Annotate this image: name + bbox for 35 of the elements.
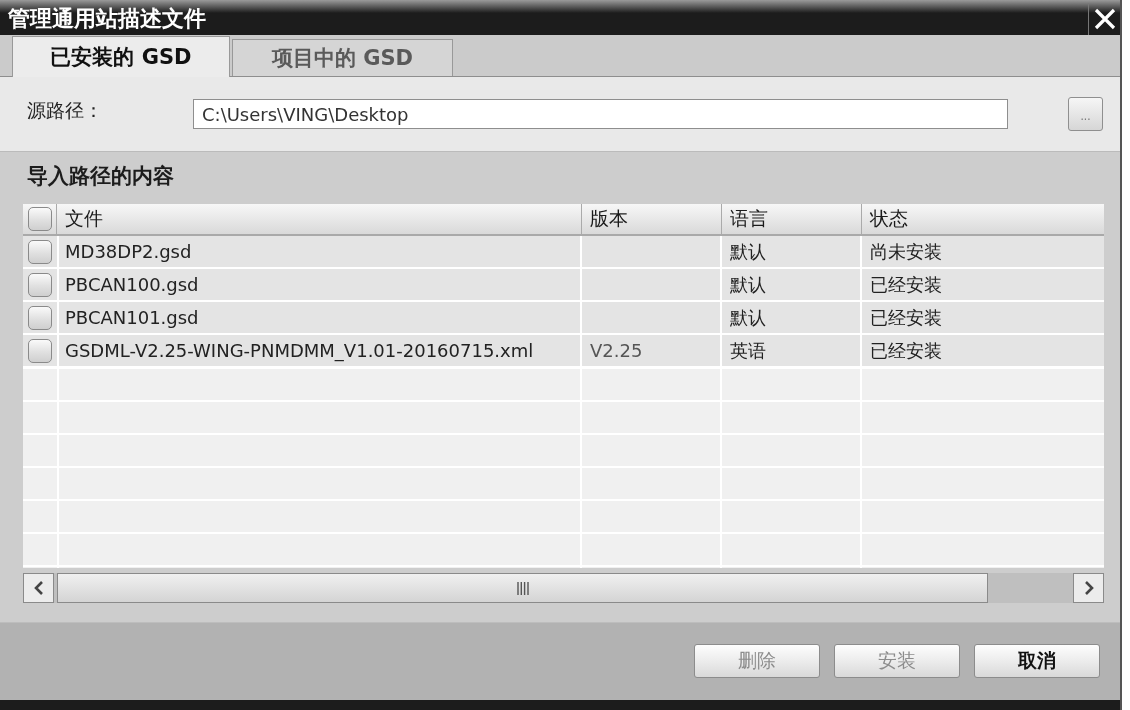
file-cell-text: PBCAN101.gsd	[64, 306, 200, 330]
section-title: 导入路径的内容	[26, 163, 175, 190]
tab[interactable]: 已安装的 GSD	[12, 36, 230, 77]
scroll-left-button[interactable]	[23, 573, 54, 603]
checkbox[interactable]	[27, 207, 52, 231]
version-cell-text: V2.25	[589, 339, 644, 363]
language-cell-text: 默认	[729, 239, 767, 264]
column-header[interactable]: 版本	[582, 204, 722, 234]
language-cell-text: 默认	[729, 305, 767, 330]
checkbox[interactable]	[28, 239, 52, 264]
chevron-right-icon	[1083, 581, 1094, 595]
close-icon	[1093, 8, 1116, 30]
file-cell-text: MD38DP2.gsd	[64, 240, 193, 264]
checkbox[interactable]	[28, 338, 52, 363]
tab[interactable]: 项目中的 GSD	[232, 39, 453, 76]
checkbox[interactable]	[28, 305, 52, 330]
source-path-field[interactable]: C:\Users\VING\Desktop	[193, 99, 1008, 129]
status-cell-text: 已经安装	[869, 305, 943, 330]
file-cell-text: PBCAN100.gsd	[64, 273, 200, 297]
window-title: 管理通用站描述文件	[7, 5, 207, 33]
file-cell-text: GSDML-V2.25-WING-PNMDMM_V1.01-20160715.xml	[64, 339, 535, 364]
status-cell-text: 已经安装	[869, 272, 943, 297]
language-cell-text: 英语	[729, 338, 767, 363]
status-cell-text: 尚未安装	[869, 239, 943, 264]
scroll-right-button[interactable]	[1073, 573, 1104, 603]
column-header[interactable]: 状态	[862, 204, 1104, 234]
checkbox[interactable]	[28, 272, 52, 297]
grip-icon	[516, 581, 529, 595]
column-header[interactable]: 语言	[722, 204, 862, 234]
language-cell-text: 默认	[729, 272, 767, 297]
dialog-button[interactable]: 取消	[974, 644, 1100, 678]
source-path-label: 源路径：	[27, 98, 104, 123]
column-header[interactable]: 文件	[57, 204, 582, 234]
chevron-left-icon	[33, 581, 44, 595]
status-cell-text: 已经安装	[869, 338, 943, 363]
